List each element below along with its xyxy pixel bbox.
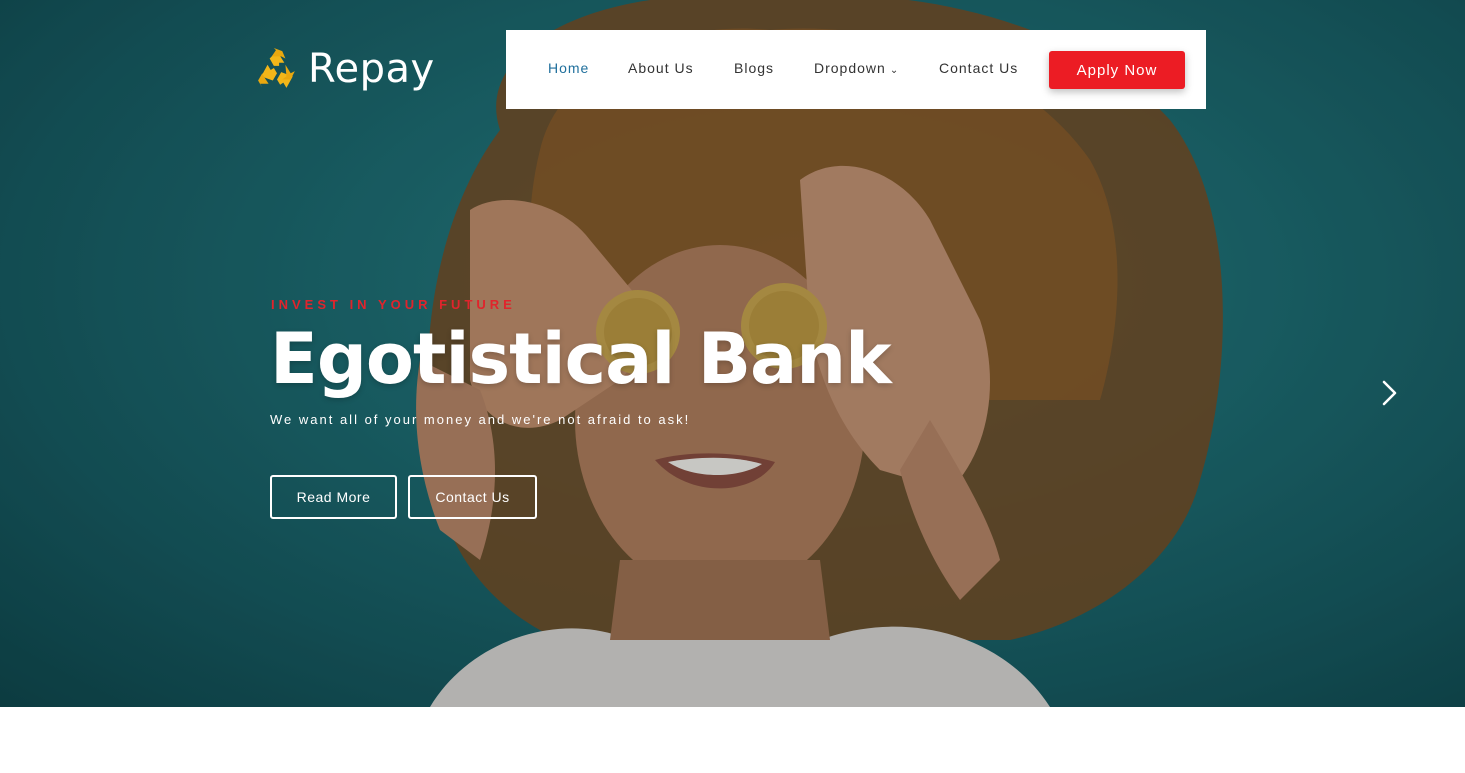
nav-item-dropdown[interactable]: Dropdown ⌄ [814, 60, 899, 76]
brand-logo[interactable]: Repay [256, 46, 435, 92]
contact-us-button[interactable]: Contact Us [408, 475, 537, 519]
brand-name: Repay [308, 46, 435, 92]
chevron-right-icon[interactable] [1378, 378, 1402, 408]
chevron-down-icon: ⌄ [889, 65, 900, 76]
nav-item-dropdown-label: Dropdown [814, 60, 886, 76]
hero-eyebrow: INVEST IN YOUR FUTURE [271, 297, 516, 312]
hero-title: Egotistical Bank [270, 318, 892, 400]
hero-section: Repay Home About Us Blogs Dropdown ⌄ Cont… [0, 0, 1465, 707]
main-navbar: Home About Us Blogs Dropdown ⌄ Contact Us… [506, 30, 1206, 109]
nav-item-home[interactable]: Home [548, 60, 589, 76]
read-more-button[interactable]: Read More [270, 475, 397, 519]
nav-item-contact-us[interactable]: Contact Us [939, 60, 1018, 76]
recycle-icon [258, 48, 295, 88]
nav-item-about-us[interactable]: About Us [628, 60, 694, 76]
hero-subtitle: We want all of your money and we're not … [270, 412, 691, 427]
nav-item-blogs[interactable]: Blogs [734, 60, 774, 76]
apply-now-button[interactable]: Apply Now [1049, 51, 1185, 89]
